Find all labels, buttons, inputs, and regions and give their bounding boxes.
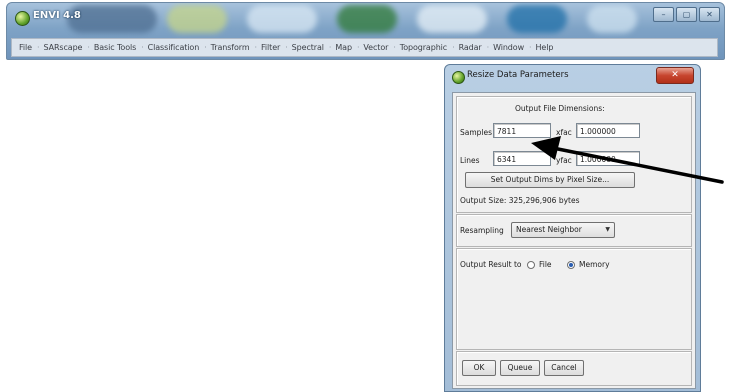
envi-titlebar[interactable]: ENVI 4.8 – ▢ ✕ [7, 3, 724, 36]
close-button[interactable]: ✕ [699, 7, 720, 22]
dialog-body: Output File Dimensions: Samples 7811 xfa… [452, 92, 696, 389]
envi-app-icon[interactable] [15, 11, 30, 26]
lines-input[interactable]: 6341 [493, 151, 551, 166]
menu-transform[interactable]: Transform [203, 43, 253, 52]
xfac-label: xfac [556, 128, 572, 137]
menu-vector[interactable]: Vector [356, 43, 392, 52]
titlebar-decoration [167, 5, 227, 33]
dialog-title: Resize Data Parameters [467, 70, 569, 80]
titlebar-decoration [247, 5, 317, 33]
set-output-dims-button[interactable]: Set Output Dims by Pixel Size... [465, 172, 635, 188]
output-size-text: Output Size: 325,296,906 bytes [460, 196, 580, 205]
menu-radar[interactable]: Radar [451, 43, 486, 52]
titlebar-decoration [337, 5, 397, 33]
queue-button[interactable]: Queue [500, 360, 540, 376]
dialog-close-button[interactable]: ✕ [656, 67, 694, 84]
titlebar-decoration [417, 5, 487, 33]
resize-data-dialog: Resize Data Parameters ✕ Output File Dim… [444, 64, 701, 392]
titlebar-decoration [587, 5, 637, 33]
titlebar-decoration [507, 5, 567, 33]
output-result-label: Output Result to [460, 260, 522, 269]
maximize-button[interactable]: ▢ [676, 7, 697, 22]
output-file-label: File [539, 260, 552, 269]
menu-basic-tools[interactable]: Basic Tools [86, 43, 140, 52]
yfac-label: yfac [556, 156, 572, 165]
dropdown-arrow-icon: ▼ [605, 226, 610, 233]
menu-topographic[interactable]: Topographic [392, 43, 451, 52]
menu-filter[interactable]: Filter [254, 43, 285, 52]
output-memory-radio[interactable] [567, 261, 575, 269]
ok-button[interactable]: OK [462, 360, 496, 376]
menu-file[interactable]: File [15, 43, 36, 52]
output-dims-heading: Output File Dimensions: [515, 104, 605, 113]
menu-map[interactable]: Map [328, 43, 356, 52]
output-file-radio[interactable] [527, 261, 535, 269]
minimize-button[interactable]: – [653, 7, 674, 22]
menu-help[interactable]: Help [528, 43, 557, 52]
envi-main-window: ENVI 4.8 – ▢ ✕ File SARscape Basic Tools… [6, 2, 725, 60]
resampling-label: Resampling [460, 226, 504, 235]
window-title: ENVI 4.8 [33, 10, 81, 21]
resampling-select[interactable]: Nearest Neighbor ▼ [511, 222, 615, 238]
dialog-button-row: OK Queue Cancel [456, 351, 692, 386]
output-memory-label: Memory [579, 260, 610, 269]
dialog-app-icon [452, 71, 465, 84]
dialog-titlebar[interactable]: Resize Data Parameters ✕ [445, 65, 700, 89]
resampling-panel: Resampling Nearest Neighbor ▼ [456, 214, 692, 247]
samples-label: Samples [460, 128, 493, 137]
menu-window[interactable]: Window [486, 43, 528, 52]
xfac-input[interactable]: 1.000000 [576, 123, 640, 138]
menu-classification[interactable]: Classification [140, 43, 203, 52]
lines-label: Lines [460, 156, 480, 165]
menu-sarscape[interactable]: SARscape [36, 43, 86, 52]
menu-bar: File SARscape Basic Tools Classification… [11, 38, 718, 57]
menu-spectral[interactable]: Spectral [284, 43, 328, 52]
samples-input[interactable]: 7811 [493, 123, 551, 138]
resampling-value: Nearest Neighbor [516, 225, 582, 234]
cancel-button[interactable]: Cancel [544, 360, 584, 376]
window-controls: – ▢ ✕ [653, 7, 720, 22]
output-result-panel: Output Result to File Memory [456, 248, 692, 350]
output-dimensions-panel: Output File Dimensions: Samples 7811 xfa… [456, 96, 692, 213]
yfac-input[interactable]: 1.000000 [576, 151, 640, 166]
